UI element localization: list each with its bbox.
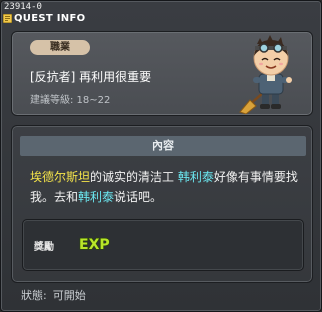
place-link: 埃德尔斯坦 <box>30 170 91 184</box>
window-title: QUEST INFO <box>14 12 86 24</box>
quest-info-window: 23914-0 QUEST INFO 職業 [反抗者] 再利用很重要 建議等級:… <box>0 0 322 312</box>
description-text: 的诚实的清洁工 <box>90 170 178 184</box>
quest-name: [反抗者] 再利用很重要 <box>30 70 152 84</box>
npc-name: 韩利泰 <box>177 170 214 184</box>
description-text: 说话吧。 <box>114 190 163 204</box>
quest-header-panel: 職業 [反抗者] 再利用很重要 建議等級: 18~22 <box>11 31 313 116</box>
exp-reward-icon[interactable]: EXP <box>78 234 110 252</box>
quest-content-panel: 內容 埃德尔斯坦的诚实的清洁工 韩利泰好像有事情要找我。去和韩利泰说话吧。 獎勵… <box>11 125 313 283</box>
reward-label: 獎勵 <box>34 242 54 253</box>
exp-text: EXP <box>79 237 110 252</box>
quest-status: 狀態: 可開始 <box>21 287 86 303</box>
status-label: 狀態: <box>21 289 47 302</box>
npc-sprite-icon <box>239 35 292 114</box>
content-heading: 內容 <box>20 136 306 156</box>
reward-panel: 獎勵 EXP <box>22 219 304 271</box>
quest-description: 埃德尔斯坦的诚实的清洁工 韩利泰好像有事情要找我。去和韩利泰说话吧。 <box>30 167 306 207</box>
npc-name: 韩利泰 <box>78 190 115 204</box>
title-bar[interactable]: QUEST INFO <box>3 11 85 25</box>
status-value: 可開始 <box>52 289 86 302</box>
category-badge: 職業 <box>30 40 90 55</box>
quest-title-icon <box>3 13 12 23</box>
recommended-level: 建議等級: 18~22 <box>30 95 111 106</box>
